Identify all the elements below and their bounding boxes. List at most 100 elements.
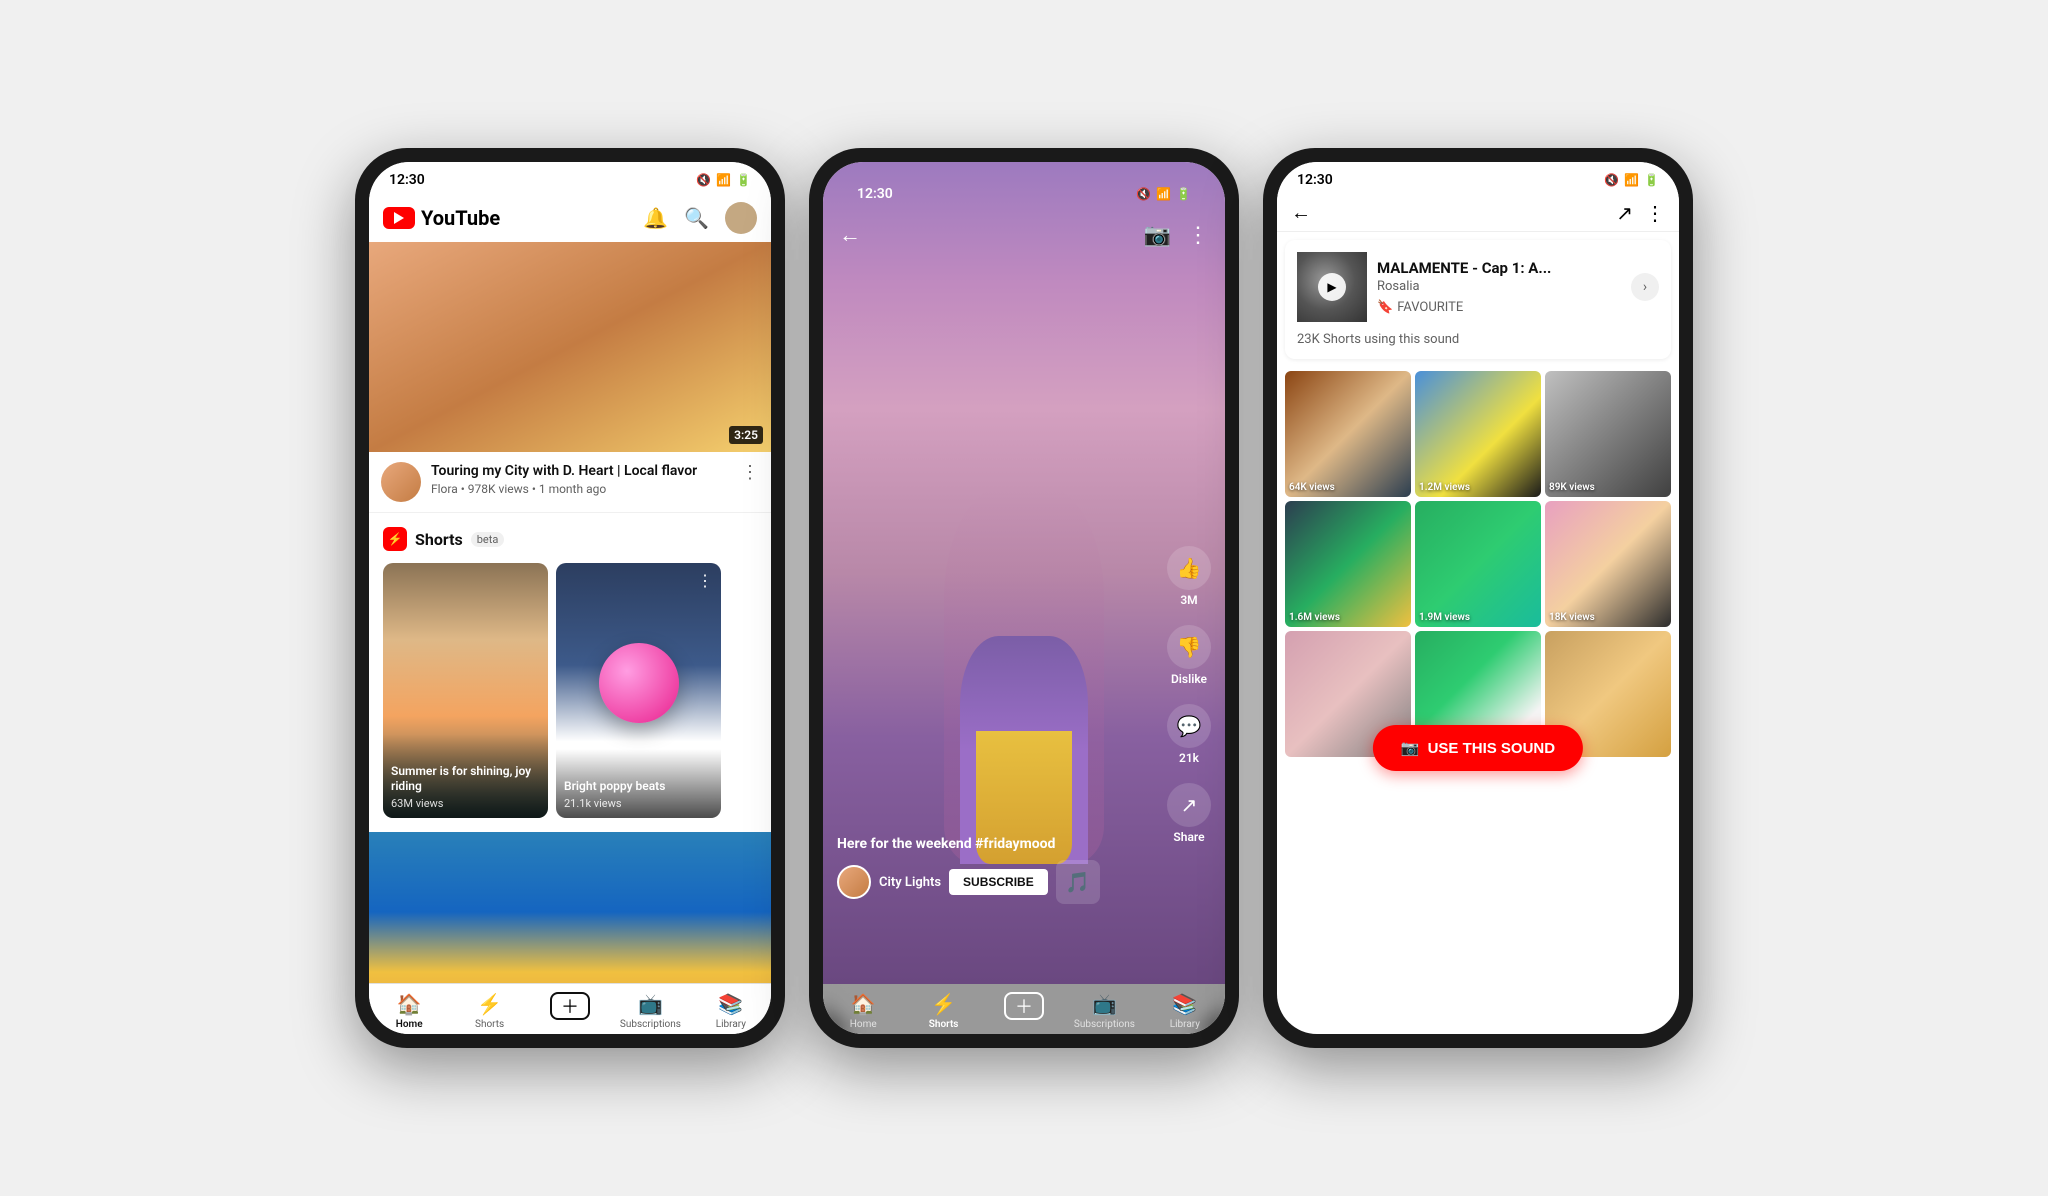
nav-home[interactable]: 🏠 Home xyxy=(369,992,449,1030)
grid-thumb-6[interactable]: 18K views xyxy=(1545,501,1671,627)
sound-count: 23K Shorts using this sound xyxy=(1297,332,1659,347)
grid-thumb-5-label: 1.9M views xyxy=(1419,612,1470,623)
grid-thumb-1-label: 64K views xyxy=(1289,482,1335,493)
channel-avatar[interactable] xyxy=(381,462,421,502)
video-title[interactable]: Touring my City with D. Heart | Local fl… xyxy=(431,462,731,480)
chevron-right-icon[interactable]: › xyxy=(1631,273,1659,301)
grid-thumb-2[interactable]: 1.2M views xyxy=(1415,371,1541,497)
user-avatar[interactable] xyxy=(725,202,757,234)
sound-info: MALAMENTE - Cap 1: A... Rosalia 🔖 FAVOUR… xyxy=(1377,259,1621,315)
grid-thumb-2-label: 1.2M views xyxy=(1419,482,1470,493)
second-video-bg xyxy=(369,832,771,983)
battery-icon-2: 🔋 xyxy=(1176,187,1191,201)
more-icon-3[interactable]: ⋮ xyxy=(1645,201,1665,225)
comment-action[interactable]: 💬 21k xyxy=(1167,704,1211,765)
featured-video-thumb[interactable]: 3:25 xyxy=(369,242,771,452)
phone-2: 12:30 🔇 📶 🔋 ← 📷 ⋮ xyxy=(809,148,1239,1048)
grid-thumb-3-label: 89K views xyxy=(1549,482,1595,493)
phone3-scroll: 64K views 1.2M views 89K views 1.6M view… xyxy=(1277,367,1679,1034)
yt-header-icons: 🔔 🔍 xyxy=(643,202,757,234)
sound-grid: 64K views 1.2M views 89K views 1.6M view… xyxy=(1277,367,1679,761)
share-action[interactable]: ↗ Share xyxy=(1167,783,1211,844)
status-bar-2: 12:30 🔇 📶 🔋 xyxy=(837,176,1211,208)
grid-thumb-5[interactable]: 1.9M views xyxy=(1415,501,1541,627)
nav-shorts[interactable]: ⚡ Shorts xyxy=(449,992,529,1030)
status-bar-1: 12:30 🔇 📶 🔋 xyxy=(369,162,771,194)
shorts-player[interactable]: 👍 3M 👎 Dislike 💬 21k ↗ Share xyxy=(823,162,1225,984)
nav-subs-2[interactable]: 📺 Subscriptions xyxy=(1064,992,1144,1030)
camera-use-icon: 📷 xyxy=(1401,739,1420,757)
use-this-sound-button[interactable]: 📷 USE THIS SOUND xyxy=(1373,725,1583,771)
comment-icon: 💬 xyxy=(1167,704,1211,748)
nav-shorts-label-2: Shorts xyxy=(929,1019,959,1030)
nav-create-2[interactable]: ＋ xyxy=(984,992,1064,1030)
second-video-thumb[interactable] xyxy=(369,832,771,983)
shorts-row: Summer is for shining, joy riding 63M vi… xyxy=(369,557,771,824)
grid-thumb-6-bg xyxy=(1545,501,1671,627)
shorts-top-bar: ← 📷 ⋮ xyxy=(823,214,1225,256)
dislike-label: Dislike xyxy=(1171,672,1207,686)
grid-thumb-4[interactable]: 1.6M views xyxy=(1285,501,1411,627)
short-card-2[interactable]: ⋮ Bright poppy beats 21.1k views xyxy=(556,563,721,818)
like-action[interactable]: 👍 3M xyxy=(1167,546,1211,607)
grid-thumb-6-label: 18K views xyxy=(1549,612,1595,623)
battery-icon: 🔋 xyxy=(736,173,751,187)
more-icon-2[interactable]: ⋮ xyxy=(1187,223,1209,248)
create-btn[interactable]: ＋ xyxy=(550,992,590,1020)
status-icons-3: 🔇 📶 🔋 xyxy=(1604,173,1659,187)
short-card-more-btn[interactable]: ⋮ xyxy=(697,571,713,590)
nav-library[interactable]: 📚 Library xyxy=(691,992,771,1030)
nav-create[interactable]: ＋ xyxy=(530,992,610,1030)
sound-thumbnail[interactable]: ▶ xyxy=(1297,252,1367,322)
signal-icon-2: 🔇 xyxy=(1136,187,1151,201)
comment-count: 21k xyxy=(1179,751,1199,765)
notification-icon[interactable]: 🔔 xyxy=(643,206,668,230)
subscriptions-icon: 📺 xyxy=(638,992,663,1016)
nav-home-2[interactable]: 🏠 Home xyxy=(823,992,903,1030)
home-icon: 🏠 xyxy=(397,992,422,1016)
short-card-2-views: 21.1k views xyxy=(564,797,713,810)
grid-thumb-3[interactable]: 89K views xyxy=(1545,371,1671,497)
sound-top-bar: ← ↗ ⋮ xyxy=(1277,194,1679,232)
battery-icon-3: 🔋 xyxy=(1644,173,1659,187)
music-button[interactable]: 🎵 xyxy=(1056,860,1100,904)
yt-logo: YouTube xyxy=(383,206,500,230)
grid-thumb-1[interactable]: 64K views xyxy=(1285,371,1411,497)
nav-home-label-2: Home xyxy=(850,1019,877,1030)
sound-favourite-btn[interactable]: 🔖 FAVOURITE xyxy=(1377,300,1621,315)
like-count: 3M xyxy=(1180,593,1197,607)
shorts-label: Shorts xyxy=(415,530,463,549)
use-sound-container: 📷 USE THIS SOUND xyxy=(1277,761,1679,851)
grid-thumb-2-bg xyxy=(1415,371,1541,497)
status-time-1: 12:30 xyxy=(389,172,425,188)
shorts-header: Shorts beta xyxy=(369,521,771,557)
signal-icon-3: 🔇 xyxy=(1604,173,1619,187)
shorts-nav-icon-2: ⚡ xyxy=(931,992,956,1016)
shorts-section: Shorts beta Summer is for shining, joy r… xyxy=(369,512,771,832)
video-meta: Touring my City with D. Heart | Local fl… xyxy=(431,462,731,496)
short-card-1[interactable]: Summer is for shining, joy riding 63M vi… xyxy=(383,563,548,818)
subscribe-button[interactable]: SUBSCRIBE xyxy=(949,869,1048,895)
share-icon-3[interactable]: ↗ xyxy=(1616,201,1633,225)
use-sound-label: USE THIS SOUND xyxy=(1428,740,1556,757)
play-overlay[interactable]: ▶ xyxy=(1318,273,1346,301)
back-icon[interactable]: ← xyxy=(839,222,861,248)
nav-library-2[interactable]: 📚 Library xyxy=(1145,992,1225,1030)
grid-thumb-1-bg xyxy=(1285,371,1411,497)
dislike-icon: 👎 xyxy=(1167,625,1211,669)
grid-thumb-4-label: 1.6M views xyxy=(1289,612,1340,623)
sound-top-right: ↗ ⋮ xyxy=(1616,201,1665,225)
search-icon[interactable]: 🔍 xyxy=(684,206,709,230)
sound-artist: Rosalia xyxy=(1377,279,1621,294)
nav-home-label: Home xyxy=(396,1019,423,1030)
status-icons-2: 🔇 📶 🔋 xyxy=(1136,187,1191,201)
nav-subscriptions[interactable]: 📺 Subscriptions xyxy=(610,992,690,1030)
video-more-btn[interactable]: ⋮ xyxy=(741,462,759,483)
create-btn-2[interactable]: ＋ xyxy=(1004,992,1044,1020)
dislike-action[interactable]: 👎 Dislike xyxy=(1167,625,1211,686)
like-icon: 👍 xyxy=(1167,546,1211,590)
shorts-caption: Here for the weekend #fridaymood xyxy=(837,836,1145,852)
back-icon-3[interactable]: ← xyxy=(1291,200,1311,225)
camera-icon[interactable]: 📷 xyxy=(1144,223,1171,248)
nav-shorts-2[interactable]: ⚡ Shorts xyxy=(903,992,983,1030)
